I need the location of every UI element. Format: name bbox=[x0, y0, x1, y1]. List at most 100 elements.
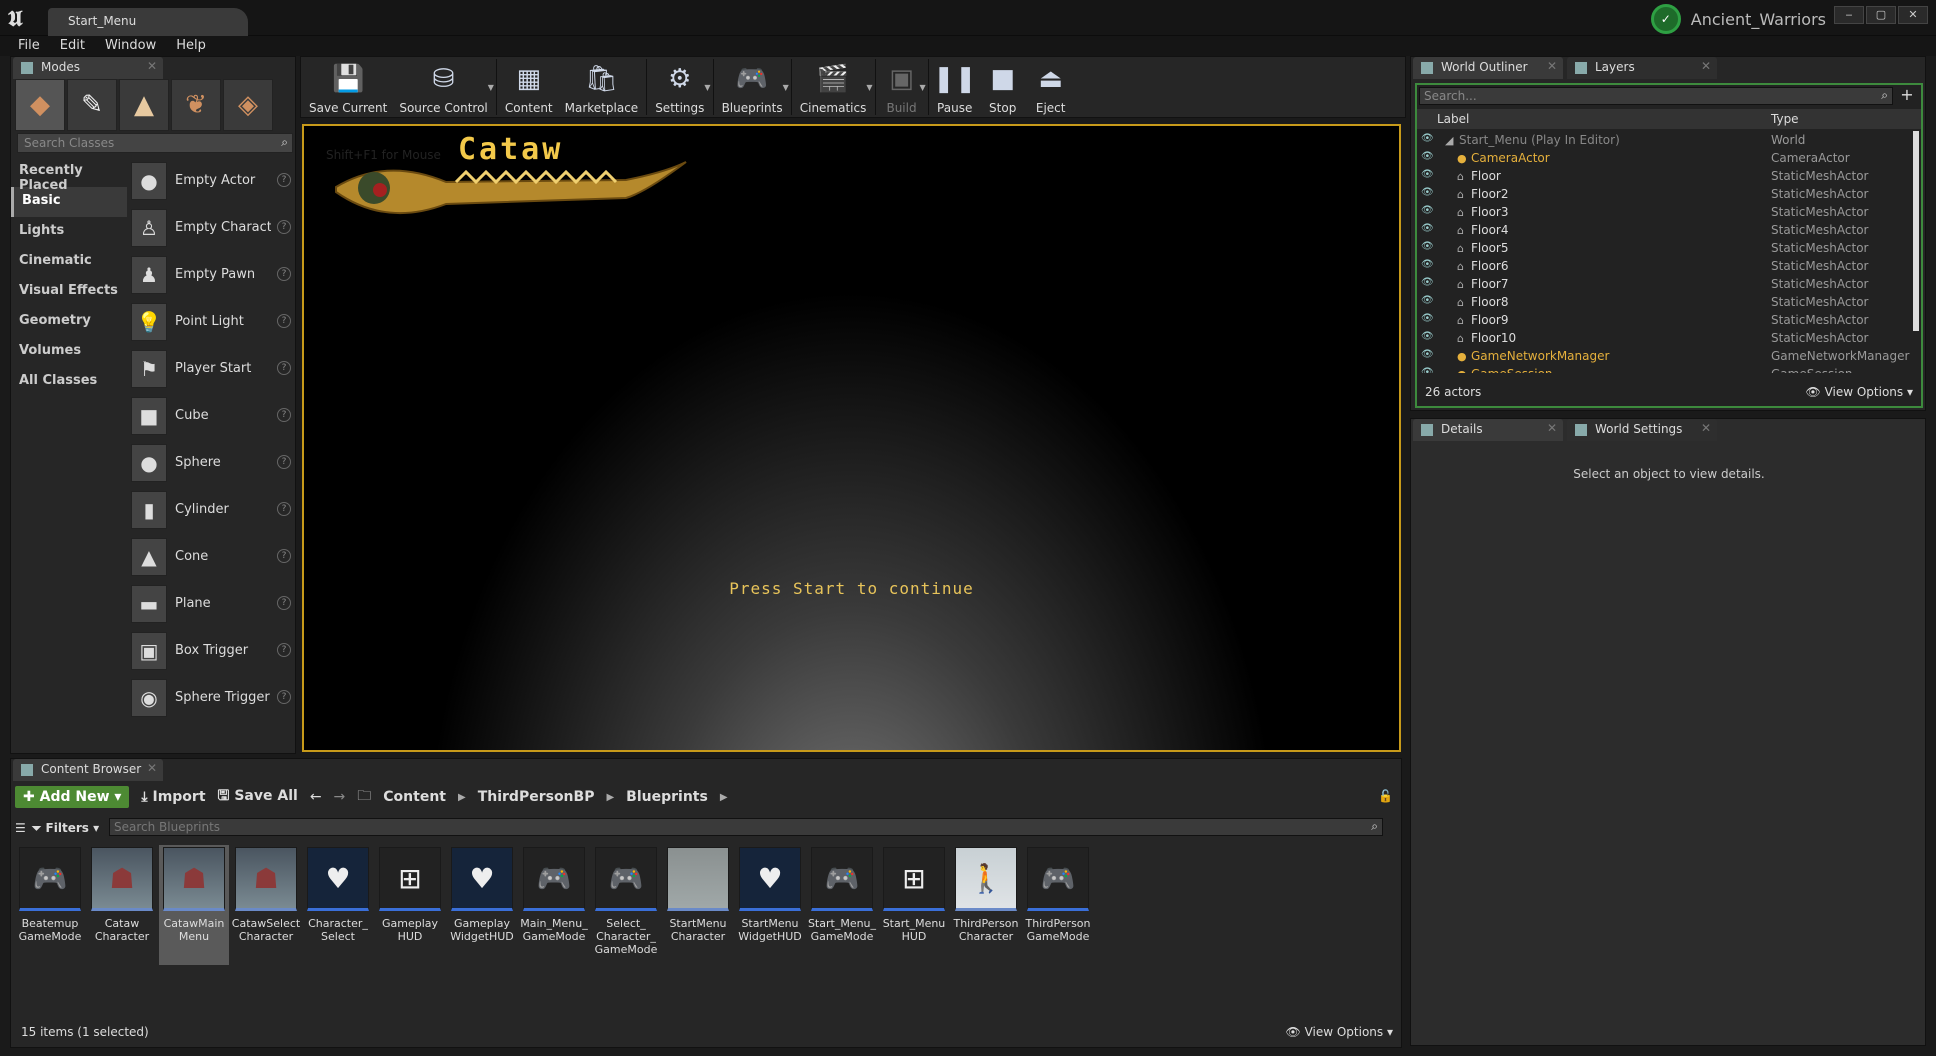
class-item-box-trigger[interactable]: ▣ Box Trigger? bbox=[131, 627, 297, 674]
asset-main-menu-gamemode[interactable]: 🎮 Main_Menu_ GameMode bbox=[519, 845, 589, 965]
save-current-button[interactable]: 💾 Save Current bbox=[303, 57, 393, 117]
outliner-row[interactable]: 👁 ⌂ Floor7 StaticMeshActor bbox=[1417, 275, 1911, 293]
class-item-sphere[interactable]: ● Sphere? bbox=[131, 439, 297, 486]
visibility-eye-icon[interactable]: 👁 bbox=[1421, 277, 1434, 288]
visibility-eye-icon[interactable]: 👁 bbox=[1421, 259, 1434, 270]
visibility-eye-icon[interactable]: 👁 bbox=[1421, 205, 1434, 216]
asset-start-menu-gamemode[interactable]: 🎮 Start_Menu_ GameMode bbox=[807, 845, 877, 965]
outliner-row[interactable]: 👁 ⌂ Floor8 StaticMeshActor bbox=[1417, 293, 1911, 311]
col-type[interactable]: Type bbox=[1771, 112, 1799, 126]
help-icon[interactable]: ? bbox=[277, 690, 291, 704]
breadcrumb-thirdpersonbp[interactable]: ThirdPersonBP bbox=[478, 789, 595, 805]
outliner-row[interactable]: 👁 ⌂ Floor9 StaticMeshActor bbox=[1417, 311, 1911, 329]
source-control-status-icon[interactable]: ✓ bbox=[1650, 4, 1681, 34]
settings-button[interactable]: ⚙ Settings bbox=[649, 57, 710, 117]
class-item-player-start[interactable]: ⚑ Player Start? bbox=[131, 345, 297, 392]
help-icon[interactable]: ? bbox=[277, 549, 291, 563]
menu-file[interactable]: File bbox=[10, 36, 48, 56]
category-all-classes[interactable]: All Classes bbox=[11, 367, 127, 397]
help-icon[interactable]: ? bbox=[277, 267, 291, 281]
asset-catawmain-menu[interactable]: ☗ CatawMain Menu bbox=[159, 845, 229, 965]
outliner-row[interactable]: 👁 ⌂ Floor6 StaticMeshActor bbox=[1417, 257, 1911, 275]
build-button[interactable]: ▣ Build bbox=[878, 57, 926, 117]
asset-thirdperson-character[interactable]: 🚶 ThirdPerson Character bbox=[951, 845, 1021, 965]
close-tab-icon[interactable]: ✕ bbox=[147, 59, 157, 73]
outliner-row[interactable]: 👁 ◢ Start_Menu (Play In Editor) World bbox=[1417, 131, 1911, 149]
category-geometry[interactable]: Geometry bbox=[11, 307, 127, 337]
class-item-plane[interactable]: ▬ Plane? bbox=[131, 580, 297, 627]
category-recently-placed[interactable]: Recently Placed bbox=[11, 157, 127, 193]
close-tab-icon[interactable]: ✕ bbox=[1547, 59, 1557, 73]
class-item-cone[interactable]: ▲ Cone? bbox=[131, 533, 297, 580]
sources-toggle-icon[interactable]: ☰ bbox=[15, 821, 26, 835]
outliner-row[interactable]: 👁 ⌂ Floor StaticMeshActor bbox=[1417, 167, 1911, 185]
outliner-row[interactable]: 👁 ⌂ Floor3 StaticMeshActor bbox=[1417, 203, 1911, 221]
breadcrumb-separator-icon[interactable]: ▶ bbox=[606, 792, 614, 803]
tab-details[interactable]: Details ✕ bbox=[1413, 419, 1563, 441]
class-item-cylinder[interactable]: ▮ Cylinder? bbox=[131, 486, 297, 533]
class-item-point-light[interactable]: 💡 Point Light? bbox=[131, 298, 297, 345]
close-tab-icon[interactable]: ✕ bbox=[147, 761, 157, 775]
foliage-mode-icon[interactable]: ❦ bbox=[171, 79, 221, 131]
class-item-empty-characte[interactable]: ♙ Empty Characte? bbox=[131, 204, 297, 251]
help-icon[interactable]: ? bbox=[277, 643, 291, 657]
help-icon[interactable]: ? bbox=[277, 596, 291, 610]
outliner-view-options[interactable]: 👁 View Options ▾ bbox=[1806, 385, 1914, 399]
visibility-eye-icon[interactable]: 👁 bbox=[1421, 223, 1434, 234]
back-arrow-icon[interactable]: ← bbox=[310, 789, 322, 805]
close-tab-icon[interactable]: ✕ bbox=[1701, 421, 1711, 435]
import-button[interactable]: ⤓ Import bbox=[141, 789, 205, 805]
landscape-mode-icon[interactable]: ▲ bbox=[119, 79, 169, 131]
outliner-search-input[interactable]: Search... ⌕ bbox=[1419, 87, 1893, 105]
visibility-eye-icon[interactable]: 👁 bbox=[1421, 331, 1434, 342]
help-icon[interactable]: ? bbox=[277, 502, 291, 516]
geometry-mode-icon[interactable]: ◈ bbox=[223, 79, 273, 131]
outliner-row[interactable]: 👁 ⌂ Floor10 StaticMeshActor bbox=[1417, 329, 1911, 347]
cinematics-button[interactable]: 🎬 Cinematics bbox=[794, 57, 873, 117]
tab-modes[interactable]: Modes ✕ bbox=[13, 57, 163, 79]
help-icon[interactable]: ? bbox=[277, 361, 291, 375]
asset-thirdperson-gamemode[interactable]: 🎮 ThirdPerson GameMode bbox=[1023, 845, 1093, 965]
outliner-row[interactable]: 👁 ● CameraActor CameraActor bbox=[1417, 149, 1911, 167]
asset-gameplay-hud[interactable]: ⊞ Gameplay HUD bbox=[375, 845, 445, 965]
outliner-row[interactable]: 👁 ● GameNetworkManager GameNetworkManager bbox=[1417, 347, 1911, 365]
asset-gameplay-widgethud[interactable]: ♥ Gameplay WidgetHUD bbox=[447, 845, 517, 965]
col-label[interactable]: Label bbox=[1437, 112, 1469, 126]
help-icon[interactable]: ? bbox=[277, 314, 291, 328]
visibility-eye-icon[interactable]: 👁 bbox=[1421, 151, 1434, 162]
asset-cataw-character[interactable]: ☗ Cataw Character bbox=[87, 845, 157, 965]
close-tab-icon[interactable]: ✕ bbox=[1547, 421, 1557, 435]
class-item-empty-actor[interactable]: ● Empty Actor? bbox=[131, 157, 297, 204]
asset-character-select[interactable]: ♥ Character_ Select bbox=[303, 845, 373, 965]
help-icon[interactable]: ? bbox=[277, 173, 291, 187]
breadcrumb-separator-icon[interactable]: ▶ bbox=[458, 792, 466, 803]
asset-startmenu-character[interactable]: StartMenu Character bbox=[663, 845, 733, 965]
visibility-eye-icon[interactable]: 👁 bbox=[1421, 313, 1434, 324]
paint-mode-icon[interactable]: ✎ bbox=[67, 79, 117, 131]
level-tab[interactable]: Start_Menu bbox=[48, 8, 248, 36]
class-item-cube[interactable]: ■ Cube? bbox=[131, 392, 297, 439]
menu-window[interactable]: Window bbox=[97, 36, 164, 56]
tab-layers[interactable]: Layers ✕ bbox=[1567, 57, 1717, 79]
asset-beatemup-gamemode[interactable]: 🎮 Beatemup GameMode bbox=[15, 845, 85, 965]
content-view-options[interactable]: 👁 View Options ▾ bbox=[1286, 1025, 1394, 1039]
outliner-row[interactable]: 👁 ⌂ Floor5 StaticMeshActor bbox=[1417, 239, 1911, 257]
lock-icon[interactable]: 🔓 bbox=[1378, 789, 1393, 803]
asset-select-character-gamemode[interactable]: 🎮 Select_ Character_ GameMode bbox=[591, 845, 661, 965]
category-visual-effects[interactable]: Visual Effects bbox=[11, 277, 127, 307]
tab-world-outliner[interactable]: World Outliner ✕ bbox=[1413, 57, 1563, 79]
outliner-row[interactable]: 👁 ⌂ Floor2 StaticMeshActor bbox=[1417, 185, 1911, 203]
help-icon[interactable]: ? bbox=[277, 408, 291, 422]
blueprints-button[interactable]: 🎮 Blueprints bbox=[716, 57, 789, 117]
visibility-eye-icon[interactable]: 👁 bbox=[1421, 241, 1434, 252]
visibility-eye-icon[interactable]: 👁 bbox=[1421, 349, 1434, 360]
breadcrumb-blueprints[interactable]: Blueprints bbox=[626, 789, 708, 805]
outliner-scrollbar[interactable] bbox=[1913, 131, 1919, 331]
close-tab-icon[interactable]: ✕ bbox=[1701, 59, 1711, 73]
minimize-button[interactable]: ‒ bbox=[1834, 6, 1864, 24]
add-folder-icon[interactable]: + bbox=[1897, 87, 1917, 105]
outliner-row[interactable]: 👁 ● GameSession GameSession bbox=[1417, 365, 1911, 373]
source-control-button[interactable]: ⛁ Source Control bbox=[393, 57, 493, 117]
outliner-row[interactable]: 👁 ⌂ Floor4 StaticMeshActor bbox=[1417, 221, 1911, 239]
asset-catawselect-character[interactable]: ☗ CatawSelect Character bbox=[231, 845, 301, 965]
